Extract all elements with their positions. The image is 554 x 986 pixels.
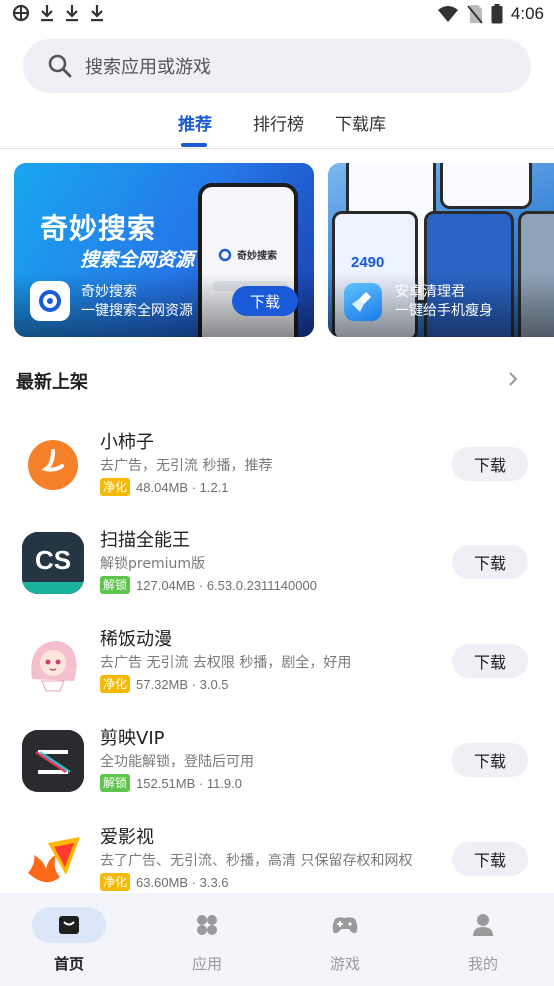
nav-item-home[interactable]: 首页 (0, 893, 138, 986)
screenshot-mockup (440, 163, 532, 209)
search-app-logo-icon (218, 248, 232, 261)
banner-download-button[interactable]: 下载 (232, 286, 298, 316)
anime-girl-icon (22, 631, 84, 693)
app-name: 小柿子 (100, 432, 154, 453)
banner-app-desc: 一键搜索全网资源 (81, 303, 193, 319)
banner-subheadline: 搜索全网资源 (80, 249, 195, 271)
app-meta: 解锁 152.51MB · 11.9.0 (100, 774, 242, 792)
search-icon (48, 54, 72, 78)
app-name: 稀饭动漫 (100, 629, 172, 650)
no-sim-icon (467, 5, 483, 24)
banner-app-icon (30, 281, 70, 321)
banner-app-desc: 一键给手机瘦身 (395, 303, 493, 319)
app-list-item[interactable]: 稀饭动漫 去广告 无引流 去权限 秒播，剧全，好用 净化 57.32MB · 3… (0, 629, 554, 719)
wifi-icon (437, 6, 458, 22)
app-list-item[interactable]: CS 扫描全能王 解锁premium版 解锁 127.04MB · 6.53.0… (0, 530, 554, 620)
nav-label: 应用 (191, 955, 222, 973)
bottom-nav: 首页 应用 游戏 我的 (0, 893, 554, 986)
status-badge: 净化 (100, 675, 131, 693)
app-meta: 净化 63.60MB · 3.3.6 (100, 873, 229, 891)
persimmon-icon (22, 434, 84, 496)
status-bar: 4:06 (0, 0, 554, 30)
download-icon (91, 5, 103, 22)
nav-item-profile[interactable]: 我的 (414, 893, 552, 986)
section-title: 最新上架 (16, 372, 88, 393)
home-icon (32, 907, 106, 943)
app-size-version: 63.60MB · 3.3.6 (136, 874, 229, 890)
app-list-item[interactable]: 小柿子 去广告，无引流 秒播，推荐 净化 48.04MB · 1.2.1 下载 (0, 432, 554, 522)
app-size-version: 48.04MB · 1.2.1 (136, 479, 229, 495)
app-desc: 全功能解锁，登陆后可用 (100, 754, 254, 770)
app-desc: 去广告，无引流 秒播，推荐 (100, 458, 273, 474)
download-button[interactable]: 下载 (452, 842, 528, 876)
app-meta: 解锁 127.04MB · 6.53.0.2311140000 (100, 576, 317, 594)
chevron-right-icon[interactable] (506, 370, 520, 388)
status-badge: 解锁 (100, 774, 131, 792)
apps-icon (170, 907, 244, 943)
app-meta: 净化 57.32MB · 3.0.5 (100, 675, 229, 693)
app-desc: 去了广告、无引流、秒播，高清 只保留存权和网权 (100, 853, 413, 869)
app-name: 扫描全能王 (100, 530, 190, 551)
download-button[interactable]: 下载 (452, 644, 528, 678)
download-button[interactable]: 下载 (452, 545, 528, 579)
flame-play-icon (22, 829, 84, 891)
tab-recommend[interactable]: 推荐 (178, 110, 212, 135)
banner-app-name: 安卓清理君 (395, 284, 465, 300)
status-badge: 净化 (100, 478, 131, 496)
broom-icon (352, 292, 371, 312)
nav-label: 游戏 (329, 955, 360, 973)
gamepad-icon (308, 907, 382, 943)
download-icon (41, 5, 53, 22)
nav-label: 我的 (467, 955, 498, 973)
nav-item-games[interactable]: 游戏 (276, 893, 414, 986)
banner-app-name: 奇妙搜索 (81, 284, 137, 300)
app-size-version: 152.51MB · 11.9.0 (136, 775, 243, 791)
camscanner-icon: CS (22, 532, 84, 594)
app-desc: 解锁premium版 (100, 556, 205, 572)
status-time: 4:06 (510, 4, 544, 23)
banner-headline: 奇妙搜索 (40, 212, 157, 245)
download-icon (66, 5, 78, 22)
app-desc: 去广告 无引流 去权限 秒播，剧全，好用 (100, 655, 352, 671)
tab-download-library[interactable]: 下载库 (335, 110, 386, 135)
app-name: 剪映VIP (100, 728, 165, 749)
nav-label: 首页 (53, 955, 84, 973)
download-button[interactable]: 下载 (452, 743, 528, 777)
qimiao-logo-icon (39, 290, 61, 312)
app-name: 爱影视 (100, 827, 154, 848)
top-tabs: 推荐 排行榜 下载库 (0, 105, 554, 147)
tab-indicator (181, 143, 207, 147)
status-badge: 解锁 (100, 576, 131, 594)
status-badge: 净化 (100, 873, 131, 891)
search-bar[interactable]: 搜索应用或游戏 (23, 39, 531, 93)
nav-item-apps[interactable]: 应用 (138, 893, 276, 986)
tabs-divider (0, 148, 554, 149)
app-list-item[interactable]: 剪映VIP 全功能解锁，登陆后可用 解锁 152.51MB · 11.9.0 下… (0, 728, 554, 818)
battery-icon (491, 4, 503, 24)
app-size-version: 127.04MB · 6.53.0.2311140000 (136, 577, 317, 593)
screenshot-number: 2490 (351, 254, 385, 271)
search-placeholder: 搜索应用或游戏 (85, 57, 211, 78)
tab-rankings[interactable]: 排行榜 (253, 110, 304, 135)
svg-text:CS: CS (35, 545, 71, 575)
person-icon (446, 907, 520, 943)
sync-icon (12, 4, 30, 22)
download-button[interactable]: 下载 (452, 447, 528, 481)
app-meta: 净化 48.04MB · 1.2.1 (100, 478, 229, 496)
phone-label: 奇妙搜索 (237, 251, 277, 262)
app-size-version: 57.32MB · 3.0.5 (136, 676, 229, 692)
banner-android-cleaner[interactable]: 2490 安卓清理君 一键给手机瘦身 (328, 163, 554, 337)
banner-qimiao-search[interactable]: 奇妙搜索 搜索全网资源 奇妙搜索 奇妙搜索 一键搜索全网资源 下载 (14, 163, 314, 337)
banner-app-icon (344, 283, 382, 321)
capcut-icon (22, 730, 84, 792)
